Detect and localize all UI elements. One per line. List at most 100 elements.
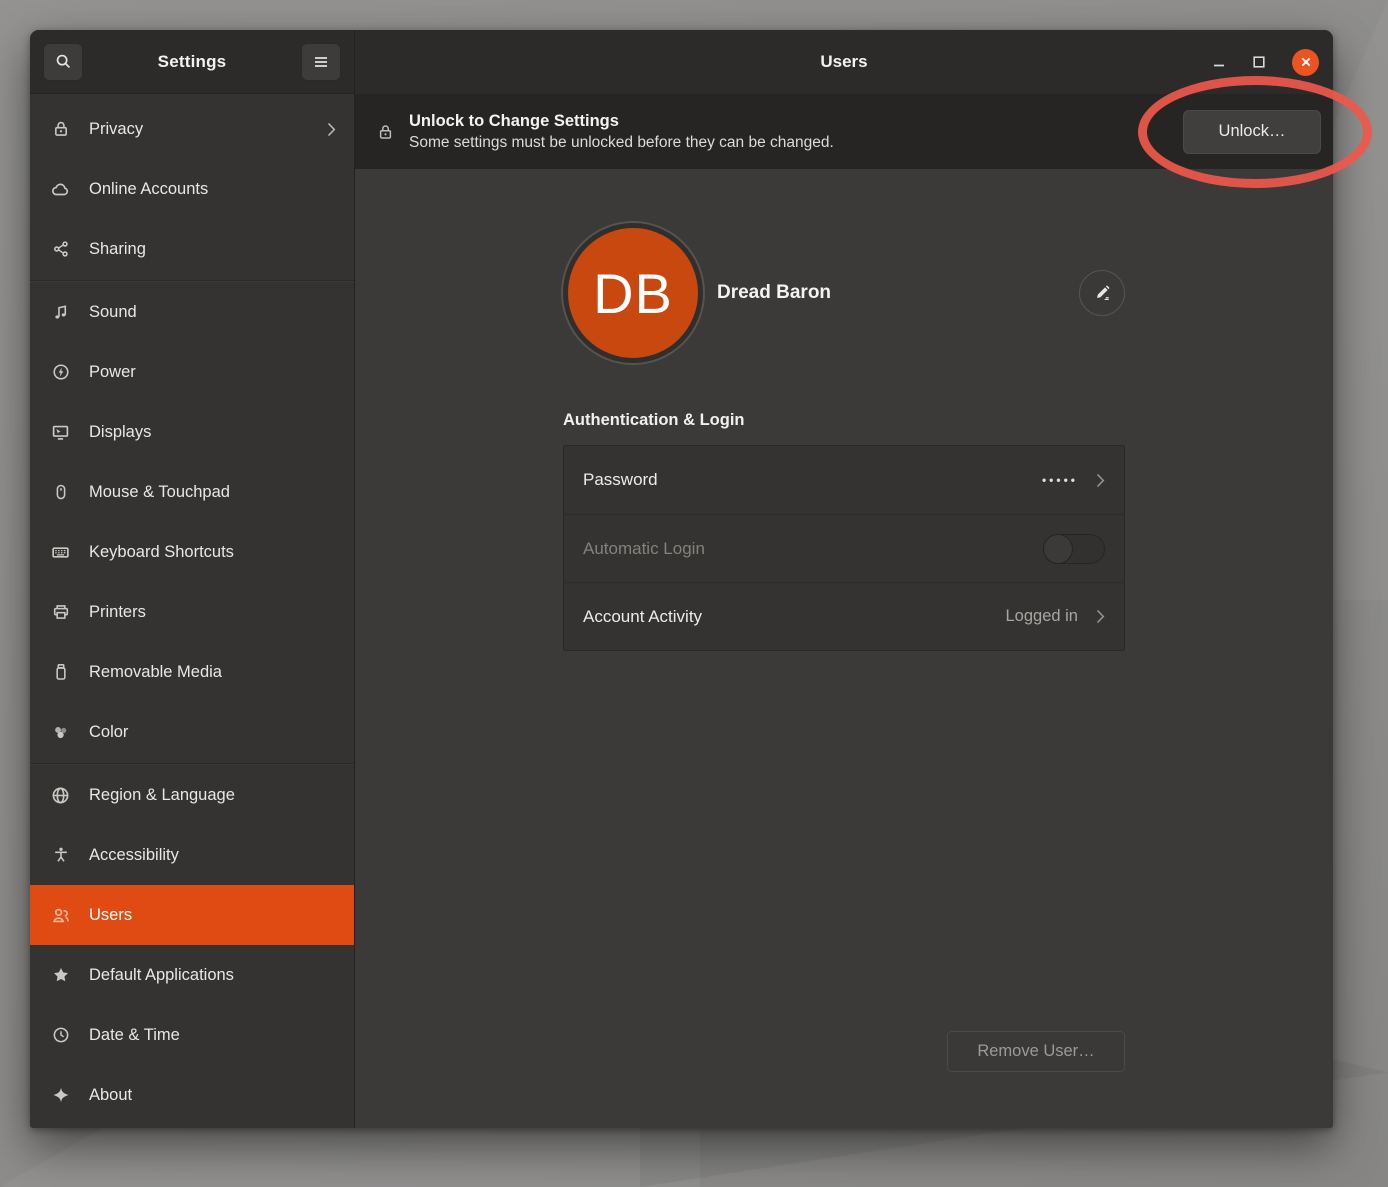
sidebar-item-label: Accessibility	[89, 846, 336, 865]
sidebar-item-sound[interactable]: Sound	[30, 282, 354, 342]
sidebar-item-users[interactable]: Users	[30, 885, 354, 945]
unlock-banner-text: Unlock to Change Settings Some settings …	[409, 112, 1183, 152]
sidebar-item-sharing[interactable]: Sharing	[30, 219, 354, 279]
sidebar-item-privacy[interactable]: Privacy	[30, 99, 354, 159]
primary-menu-button[interactable]	[301, 43, 341, 81]
avatar: DB	[563, 223, 703, 363]
sidebar-item-accessibility[interactable]: Accessibility	[30, 825, 354, 885]
sidebar-separator	[30, 763, 354, 764]
sidebar-item-label: Mouse & Touchpad	[89, 483, 336, 502]
row-value: •••••	[1042, 473, 1078, 487]
sidebar-item-displays[interactable]: Displays	[30, 402, 354, 462]
close-icon	[1299, 55, 1313, 69]
cloud-icon	[51, 180, 70, 199]
unlock-banner-title: Unlock to Change Settings	[409, 112, 1183, 131]
search-button[interactable]	[43, 43, 83, 81]
remove-user-row: Remove User…	[563, 1031, 1125, 1072]
globe-icon	[51, 786, 70, 805]
minimize-button[interactable]	[1212, 55, 1226, 69]
users-icon	[51, 906, 70, 925]
mouse-icon	[51, 483, 70, 502]
sidebar-item-power[interactable]: Power	[30, 342, 354, 402]
close-button[interactable]	[1292, 49, 1319, 76]
unlock-banner: Unlock to Change Settings Some settings …	[355, 94, 1333, 169]
pencil-icon	[1093, 284, 1112, 303]
sidebar-item-label: Sharing	[89, 240, 336, 259]
sidebar-item-label: Date & Time	[89, 1026, 336, 1045]
row-label: Automatic Login	[583, 539, 1043, 559]
sidebar-item-label: Online Accounts	[89, 180, 336, 199]
toggle-knob	[1043, 534, 1073, 564]
maximize-icon	[1252, 55, 1266, 69]
automatic-login-toggle[interactable]	[1043, 534, 1105, 564]
window-controls	[1212, 30, 1319, 94]
edit-name-button[interactable]	[1079, 270, 1125, 316]
sidebar-nav: Privacy Online Accounts Sharing Sound Power D…	[30, 94, 354, 1128]
clock-icon	[51, 1026, 70, 1045]
sidebar-item-label: Default Applications	[89, 966, 336, 985]
users-content: DB Dread Baron Authentication & Login Pa…	[355, 169, 1333, 1128]
sidebar-item-online-accounts[interactable]: Online Accounts	[30, 159, 354, 219]
star-icon	[51, 966, 70, 985]
sidebar-item-printers[interactable]: Printers	[30, 582, 354, 642]
row-value: Logged in	[1006, 607, 1079, 626]
unlock-button[interactable]: Unlock…	[1183, 110, 1321, 154]
printer-icon	[51, 603, 70, 622]
row-account-activity[interactable]: Account ActivityLogged in	[564, 582, 1124, 650]
sidebar-separator	[30, 280, 354, 281]
sidebar-item-label: Printers	[89, 603, 336, 622]
row-automatic-login: Automatic Login	[564, 514, 1124, 582]
sidebar-item-mouse-touchpad[interactable]: Mouse & Touchpad	[30, 462, 354, 522]
auth-section-heading: Authentication & Login	[563, 411, 1125, 430]
lock-icon	[377, 123, 394, 141]
sidebar-item-date-time[interactable]: Date & Time	[30, 1005, 354, 1065]
sidebar-item-keyboard-shortcuts[interactable]: Keyboard Shortcuts	[30, 522, 354, 582]
color-profile-icon	[51, 723, 70, 742]
power-icon	[51, 363, 70, 382]
sidebar-item-label: Color	[89, 723, 336, 742]
sidebar-title: Settings	[83, 52, 301, 72]
row-password[interactable]: Password•••••	[564, 446, 1124, 514]
sidebar-item-label: Privacy	[89, 120, 308, 139]
sidebar-item-label: Sound	[89, 303, 336, 322]
settings-window: Settings Privacy Online Accounts Sharing So…	[30, 30, 1333, 1128]
sidebar-item-label: Displays	[89, 423, 336, 442]
main-pane: Users Unlock to Change Settings Some set…	[355, 30, 1333, 1128]
hamburger-menu-icon	[313, 55, 329, 69]
minimize-icon	[1212, 55, 1226, 69]
page-title: Users	[820, 52, 867, 72]
sidebar-item-default-applications[interactable]: Default Applications	[30, 945, 354, 1005]
profile-row: DB Dread Baron	[563, 223, 1125, 363]
unlock-banner-subtitle: Some settings must be unlocked before th…	[409, 134, 1183, 152]
sidebar-item-label: Removable Media	[89, 663, 336, 682]
auth-rows-list: Password••••• Automatic Login Account Acti…	[563, 445, 1125, 651]
chevron-right-icon	[1096, 609, 1105, 624]
sidebar-item-region-language[interactable]: Region & Language	[30, 765, 354, 825]
chevron-right-icon	[1096, 473, 1105, 488]
lock-icon	[51, 120, 70, 139]
keyboard-icon	[51, 543, 70, 562]
profile-name: Dread Baron	[717, 282, 1079, 304]
accessibility-icon	[51, 846, 70, 865]
sidebar-item-label: Users	[89, 906, 336, 925]
chevron-right-icon	[327, 122, 336, 137]
titlebar: Users	[355, 30, 1333, 94]
usb-drive-icon	[51, 663, 70, 682]
sidebar-item-removable-media[interactable]: Removable Media	[30, 642, 354, 702]
sidebar-header: Settings	[30, 30, 354, 94]
sidebar-item-label: Region & Language	[89, 786, 336, 805]
row-label: Account Activity	[583, 607, 1006, 627]
sidebar-item-color[interactable]: Color	[30, 702, 354, 762]
sidebar: Settings Privacy Online Accounts Sharing So…	[30, 30, 355, 1128]
sidebar-item-about[interactable]: About	[30, 1065, 354, 1125]
search-icon	[55, 53, 72, 70]
display-icon	[51, 423, 70, 442]
share-icon	[51, 240, 70, 259]
sidebar-item-label: Keyboard Shortcuts	[89, 543, 336, 562]
sparkle-icon	[51, 1086, 70, 1105]
sidebar-item-label: Power	[89, 363, 336, 382]
row-label: Password	[583, 470, 1042, 490]
remove-user-button[interactable]: Remove User…	[947, 1031, 1125, 1072]
maximize-button[interactable]	[1252, 55, 1266, 69]
sidebar-item-label: About	[89, 1086, 336, 1105]
